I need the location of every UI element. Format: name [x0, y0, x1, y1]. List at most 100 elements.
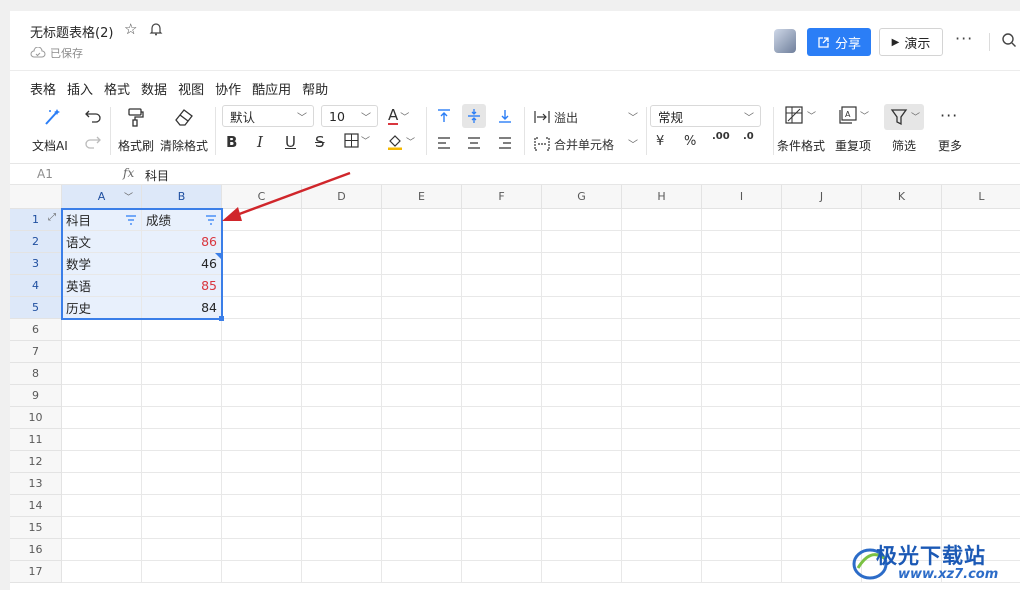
cell[interactable]: [222, 385, 302, 407]
cell[interactable]: [302, 539, 382, 561]
column-header-e[interactable]: E: [382, 185, 462, 209]
percent-button[interactable]: %: [684, 134, 696, 149]
cell[interactable]: [382, 297, 462, 319]
cell[interactable]: [702, 363, 782, 385]
menu-item-table[interactable]: 表格: [30, 79, 56, 98]
conditional-format-label[interactable]: 条件格式: [777, 137, 825, 154]
cell[interactable]: [382, 385, 462, 407]
cell[interactable]: [942, 209, 1020, 231]
cell[interactable]: [142, 517, 222, 539]
cell[interactable]: [702, 297, 782, 319]
cell[interactable]: [942, 275, 1020, 297]
cell[interactable]: [302, 451, 382, 473]
cell[interactable]: [542, 231, 622, 253]
cell[interactable]: [222, 407, 302, 429]
cell[interactable]: [942, 385, 1020, 407]
cell[interactable]: [302, 407, 382, 429]
cell[interactable]: [462, 429, 542, 451]
cell-b2[interactable]: 86: [142, 231, 222, 253]
cell[interactable]: [942, 363, 1020, 385]
row-header-13[interactable]: 13: [10, 473, 62, 495]
present-button[interactable]: ▶ 演示: [879, 28, 943, 56]
cell[interactable]: [382, 209, 462, 231]
cell[interactable]: [302, 495, 382, 517]
cell[interactable]: [782, 517, 862, 539]
cell[interactable]: [222, 253, 302, 275]
cell[interactable]: [62, 539, 142, 561]
underline-button[interactable]: U: [285, 133, 296, 151]
cell[interactable]: [782, 473, 862, 495]
menu-item-apps[interactable]: 酷应用: [252, 79, 291, 98]
cell[interactable]: [222, 341, 302, 363]
cell[interactable]: [222, 539, 302, 561]
cell[interactable]: [302, 429, 382, 451]
cell[interactable]: [622, 363, 702, 385]
strikethrough-button[interactable]: S: [315, 133, 325, 151]
menu-item-view[interactable]: 视图: [178, 79, 204, 98]
cell[interactable]: [382, 495, 462, 517]
cell[interactable]: [702, 231, 782, 253]
cell[interactable]: [542, 561, 622, 583]
column-header-k[interactable]: K: [862, 185, 942, 209]
align-left-icon[interactable]: [436, 135, 452, 151]
chevron-down-icon[interactable]: ﹀: [124, 190, 133, 203]
align-right-icon[interactable]: [497, 135, 513, 151]
row-header-3[interactable]: 3: [10, 253, 62, 275]
row-header-11[interactable]: 11: [10, 429, 62, 451]
cell[interactable]: [542, 363, 622, 385]
cell[interactable]: [462, 275, 542, 297]
cell[interactable]: [782, 297, 862, 319]
cell[interactable]: [382, 561, 462, 583]
cell[interactable]: [222, 363, 302, 385]
cell[interactable]: [542, 429, 622, 451]
cell[interactable]: [942, 253, 1020, 275]
menu-item-format[interactable]: 格式: [104, 79, 130, 98]
align-center-icon[interactable]: [466, 135, 482, 151]
cell[interactable]: [62, 451, 142, 473]
redo-icon[interactable]: [84, 133, 102, 149]
cell[interactable]: [222, 319, 302, 341]
cell[interactable]: [622, 539, 702, 561]
cell[interactable]: [542, 319, 622, 341]
cell[interactable]: [782, 319, 862, 341]
cell[interactable]: [382, 451, 462, 473]
cell[interactable]: [942, 473, 1020, 495]
column-header-l[interactable]: L: [942, 185, 1020, 209]
cell-b5[interactable]: 84: [142, 297, 222, 319]
row-header-9[interactable]: 9: [10, 385, 62, 407]
cell[interactable]: [702, 253, 782, 275]
cell[interactable]: [382, 539, 462, 561]
cell-b4[interactable]: 85: [142, 275, 222, 297]
cell[interactable]: [222, 451, 302, 473]
cell[interactable]: [782, 253, 862, 275]
cell[interactable]: [622, 319, 702, 341]
column-header-f[interactable]: F: [462, 185, 542, 209]
fill-color-button[interactable]: ﹀: [387, 133, 415, 150]
cell[interactable]: [142, 363, 222, 385]
cell[interactable]: [302, 517, 382, 539]
align-bottom-icon[interactable]: [497, 108, 513, 124]
cell[interactable]: [222, 231, 302, 253]
cell[interactable]: [542, 253, 622, 275]
row-header-15[interactable]: 15: [10, 517, 62, 539]
align-middle-button[interactable]: [462, 104, 486, 128]
cell[interactable]: [382, 275, 462, 297]
cell[interactable]: [622, 495, 702, 517]
more-label[interactable]: 更多: [938, 137, 962, 154]
cell[interactable]: [302, 473, 382, 495]
cell[interactable]: [542, 495, 622, 517]
cell[interactable]: [862, 473, 942, 495]
font-family-select[interactable]: 默认 ﹀: [222, 105, 314, 127]
cell[interactable]: [222, 429, 302, 451]
cell[interactable]: [702, 561, 782, 583]
cell[interactable]: [302, 297, 382, 319]
cell[interactable]: [782, 495, 862, 517]
avatar[interactable]: [774, 29, 796, 53]
cell[interactable]: [702, 385, 782, 407]
cell[interactable]: [862, 385, 942, 407]
cell[interactable]: [702, 451, 782, 473]
cell[interactable]: [542, 385, 622, 407]
cell[interactable]: [302, 385, 382, 407]
cell[interactable]: [782, 363, 862, 385]
cell[interactable]: [622, 341, 702, 363]
